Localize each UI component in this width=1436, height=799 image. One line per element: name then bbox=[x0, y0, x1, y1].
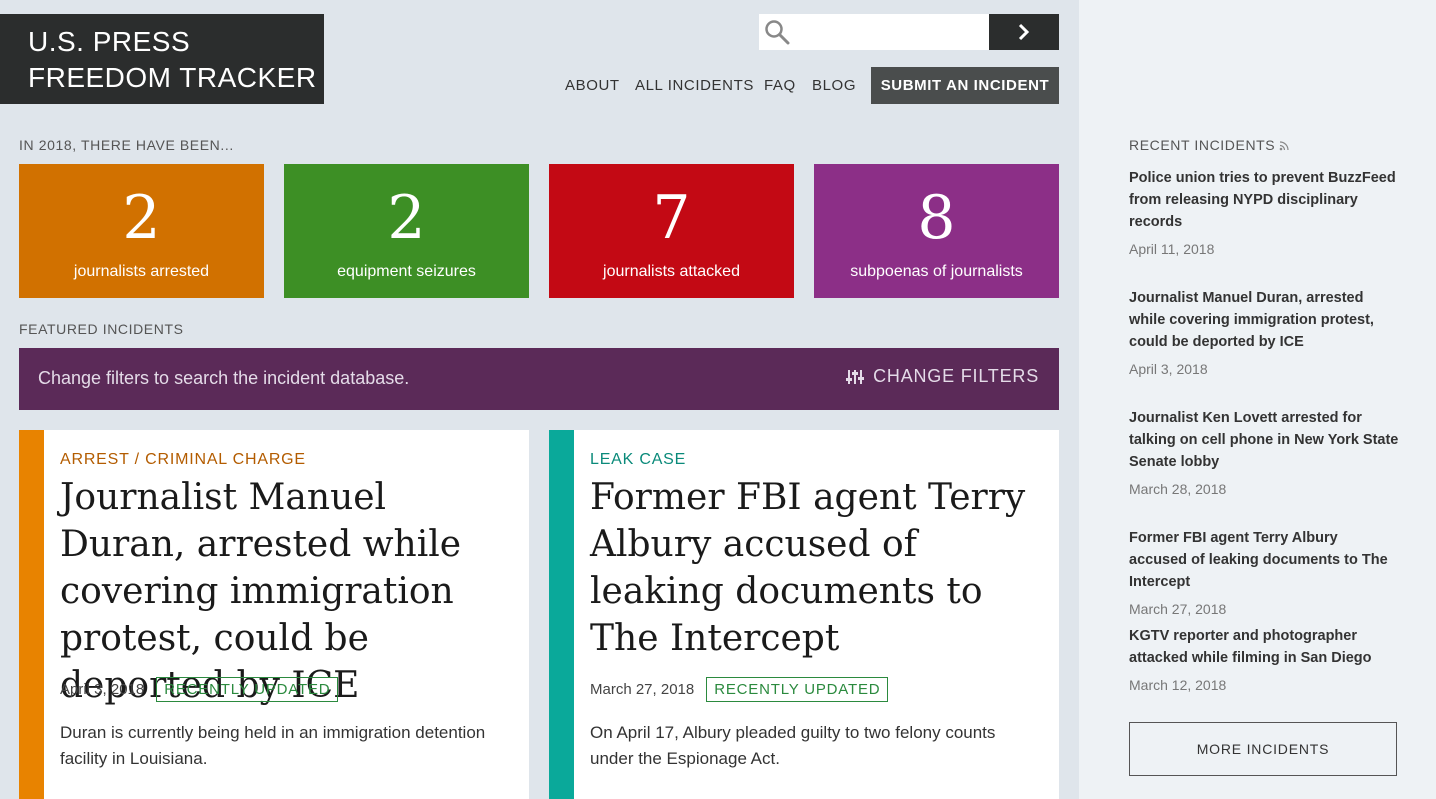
nav-faq[interactable]: FAQ bbox=[764, 77, 796, 94]
nav-blog[interactable]: BLOG bbox=[812, 77, 856, 94]
stat-subpoenas[interactable]: 8 subpoenas of journalists bbox=[814, 164, 1059, 298]
stat-number: 2 bbox=[387, 183, 426, 253]
sliders-icon bbox=[846, 369, 865, 384]
rss-icon[interactable] bbox=[1279, 140, 1290, 151]
card-stripe bbox=[19, 430, 44, 799]
filter-bar: Change filters to search the incident da… bbox=[19, 348, 1059, 410]
change-filters-button[interactable]: CHANGE FILTERS bbox=[845, 366, 1039, 387]
recent-incident-item: Journalist Manuel Duran, arrested while … bbox=[1129, 287, 1399, 377]
recent-incident-item: Journalist Ken Lovett arrested for talki… bbox=[1129, 407, 1399, 497]
featured-card[interactable]: LEAK CASE Former FBI agent Terry Albury … bbox=[549, 430, 1059, 799]
search-icon bbox=[765, 20, 790, 45]
card-date: March 27, 2018 bbox=[590, 681, 695, 698]
filter-bar-text: Change filters to search the incident da… bbox=[38, 368, 410, 388]
recent-incident-title[interactable]: KGTV reporter and photographer attacked … bbox=[1129, 625, 1399, 669]
stat-number: 2 bbox=[122, 183, 161, 253]
recent-incident-date: March 12, 2018 bbox=[1129, 677, 1227, 693]
card-title[interactable]: Journalist Manuel Duran, arrested while … bbox=[60, 474, 515, 709]
stat-number: 7 bbox=[652, 183, 691, 253]
recent-incident-date: March 28, 2018 bbox=[1129, 481, 1227, 497]
stat-journalists-attacked[interactable]: 7 journalists attacked bbox=[549, 164, 794, 298]
search-input[interactable] bbox=[759, 14, 989, 50]
change-filters-label: CHANGE FILTERS bbox=[873, 366, 1039, 386]
more-incidents-button[interactable]: MORE INCIDENTS bbox=[1129, 722, 1397, 776]
stat-label: journalists attacked bbox=[603, 263, 740, 280]
card-meta: March 27, 2018 RECENTLY UPDATED bbox=[590, 677, 889, 702]
nav-all-incidents[interactable]: ALL INCIDENTS bbox=[635, 77, 754, 94]
search-form bbox=[759, 14, 1059, 50]
recent-incident-title[interactable]: Former FBI agent Terry Albury accused of… bbox=[1129, 527, 1399, 593]
recently-updated-badge: RECENTLY UPDATED bbox=[156, 677, 339, 702]
recent-incidents-label: RECENT INCIDENTS bbox=[1129, 137, 1290, 153]
recent-incident-item: KGTV reporter and photographer attacked … bbox=[1129, 625, 1399, 693]
recent-incident-title[interactable]: Journalist Ken Lovett arrested for talki… bbox=[1129, 407, 1399, 473]
submit-incident-button[interactable]: SUBMIT AN INCIDENT bbox=[871, 67, 1059, 104]
recent-incidents-heading: RECENT INCIDENTS bbox=[1129, 137, 1276, 153]
stat-label: equipment seizures bbox=[337, 263, 476, 280]
card-category[interactable]: ARREST / CRIMINAL CHARGE bbox=[60, 451, 306, 469]
featured-label: FEATURED INCIDENTS bbox=[19, 321, 184, 337]
recent-incident-item: Former FBI agent Terry Albury accused of… bbox=[1129, 527, 1399, 617]
stat-equipment-seizures[interactable]: 2 equipment seizures bbox=[284, 164, 529, 298]
card-stripe bbox=[549, 430, 574, 799]
card-title[interactable]: Former FBI agent Terry Albury accused of… bbox=[590, 474, 1045, 662]
recent-incident-item: Police union tries to prevent BuzzFeed f… bbox=[1129, 167, 1399, 257]
card-meta: April 3, 2018 RECENTLY UPDATED bbox=[60, 677, 339, 702]
stat-label: subpoenas of journalists bbox=[850, 263, 1023, 280]
recent-incident-title[interactable]: Police union tries to prevent BuzzFeed f… bbox=[1129, 167, 1399, 233]
recently-updated-badge: RECENTLY UPDATED bbox=[706, 677, 889, 702]
nav-about[interactable]: ABOUT bbox=[565, 77, 620, 94]
stat-label: journalists arrested bbox=[73, 263, 210, 280]
card-description: Duran is currently being held in an immi… bbox=[60, 723, 486, 768]
search-submit-button[interactable] bbox=[989, 14, 1059, 50]
logo-line-1: U.S. PRESS bbox=[28, 26, 191, 57]
stats-intro-label: IN 2018, THERE HAVE BEEN... bbox=[19, 137, 234, 153]
main-nav: ABOUT ALL INCIDENTS FAQ BLOG SUBMIT AN I… bbox=[0, 67, 1059, 104]
stat-number: 8 bbox=[917, 183, 956, 253]
featured-card[interactable]: ARREST / CRIMINAL CHARGE Journalist Manu… bbox=[19, 430, 529, 799]
card-description: On April 17, Albury pleaded guilty to tw… bbox=[590, 723, 996, 768]
recent-incident-date: April 3, 2018 bbox=[1129, 361, 1208, 377]
card-category[interactable]: LEAK CASE bbox=[590, 451, 686, 469]
chevron-right-icon bbox=[1018, 23, 1030, 41]
recent-incident-date: March 27, 2018 bbox=[1129, 601, 1227, 617]
recent-incident-title[interactable]: Journalist Manuel Duran, arrested while … bbox=[1129, 287, 1399, 353]
recent-incident-date: April 11, 2018 bbox=[1129, 241, 1215, 257]
stat-journalists-arrested[interactable]: 2 journalists arrested bbox=[19, 164, 264, 298]
card-date: April 3, 2018 bbox=[60, 681, 145, 698]
